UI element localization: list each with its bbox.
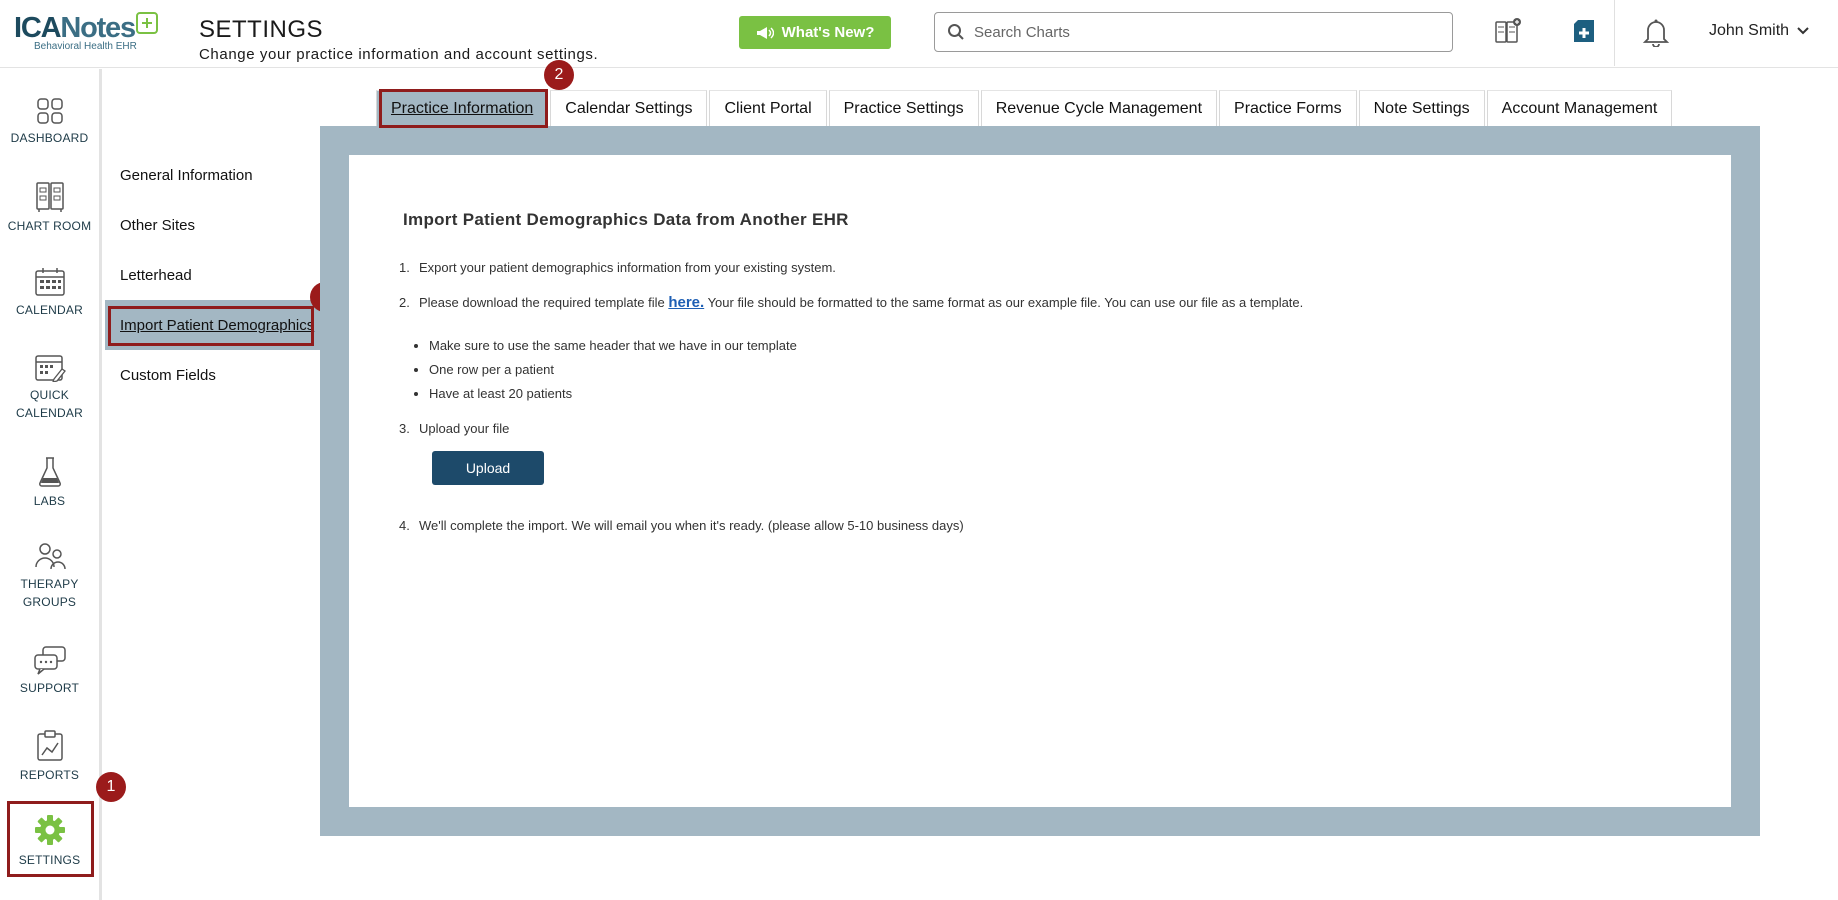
subnav-label: Custom Fields: [120, 366, 216, 384]
step-number: 1.: [399, 260, 410, 275]
rail-item-chart-room[interactable]: CHART ROOM: [0, 181, 99, 235]
step-text: Upload your file: [419, 421, 510, 436]
rail-label: QUICK CALENDAR: [16, 388, 83, 420]
rail-item-reports[interactable]: REPORTS: [0, 730, 99, 784]
step-4: 4. We'll complete the import. We will ema…: [399, 517, 964, 535]
notifications-button[interactable]: [1638, 14, 1674, 50]
tab-highlight-box: [379, 89, 548, 128]
tab-label: Calendar Settings: [565, 99, 693, 117]
whats-new-button[interactable]: What's New?: [739, 16, 891, 49]
icanotes-logo[interactable]: ICANotes Behavioral Health EHR: [14, 12, 174, 56]
rail-label: CALENDAR: [16, 303, 83, 317]
rail-label: LABS: [33, 494, 66, 508]
chart-room-icon: [35, 182, 64, 212]
rail-item-labs[interactable]: LABS: [0, 456, 99, 510]
tab-practice-forms[interactable]: Practice Forms: [1219, 90, 1357, 126]
chart-add-icon: [1495, 18, 1521, 43]
subnav-item-custom-fields[interactable]: Custom Fields: [105, 350, 320, 400]
chart-add-button[interactable]: [1490, 14, 1526, 50]
step-badge-1: 1: [96, 772, 126, 802]
upload-button[interactable]: Upload: [432, 451, 544, 485]
top-bar: ICANotes Behavioral Health EHR SETTINGS …: [0, 0, 1838, 68]
panel-heading: Import Patient Demographics Data from An…: [403, 210, 849, 229]
rail-label: SUPPORT: [19, 681, 80, 695]
rail-label: THERAPY GROUPS: [20, 577, 79, 609]
template-download-link[interactable]: here.: [668, 294, 704, 311]
megaphone-icon: [756, 26, 774, 39]
tab-revenue-cycle-management[interactable]: Revenue Cycle Management: [980, 90, 1218, 126]
header-divider: [1614, 0, 1615, 66]
whats-new-label: What's New?: [781, 24, 875, 41]
rail-item-therapy-groups[interactable]: THERAPY GROUPS: [0, 541, 99, 611]
settings-highlight-box: [7, 801, 94, 877]
subnav-item-letterhead[interactable]: Letterhead: [105, 250, 320, 300]
tab-practice-settings[interactable]: Practice Settings: [828, 90, 979, 126]
subnav-item-general-information[interactable]: General Information: [105, 150, 320, 200]
rail-item-calendar[interactable]: CALENDAR: [0, 267, 99, 319]
rail-label: CHART ROOM: [7, 219, 92, 233]
step-number: 3.: [399, 421, 410, 436]
tab-calendar-settings[interactable]: Calendar Settings: [550, 90, 708, 126]
page-subtitle: Change your practice information and acc…: [199, 46, 599, 63]
subnav-highlight-box: [108, 306, 314, 346]
support-chat-icon: [33, 646, 66, 675]
step-text: Please download the required template fi…: [419, 295, 669, 310]
page-title: SETTINGS: [199, 16, 324, 43]
search-charts[interactable]: [934, 12, 1453, 52]
tab-note-settings[interactable]: Note Settings: [1358, 90, 1485, 126]
tab-label: Client Portal: [724, 99, 812, 117]
import-demographics-panel: Import Patient Demographics Data from An…: [349, 155, 1731, 807]
logo-plus-icon: [135, 12, 158, 34]
subnav-label: Letterhead: [120, 266, 192, 284]
logo-text-notes: Notes: [60, 12, 136, 44]
pharmacy-button[interactable]: [1566, 14, 1602, 50]
rail-label: DASHBOARD: [10, 131, 89, 145]
rail-item-dashboard[interactable]: DASHBOARD: [0, 97, 99, 147]
rail-item-quick-calendar[interactable]: QUICK CALENDAR: [0, 352, 99, 422]
settings-tabs: Practice Information Calendar Settings C…: [376, 90, 1674, 126]
chevron-down-icon: [1797, 27, 1809, 35]
group-icon: [34, 543, 66, 570]
step-3: 3. Upload your file: [399, 420, 509, 438]
subnav-label: Other Sites: [120, 216, 196, 234]
tab-label: Account Management: [1501, 99, 1658, 117]
search-icon: [948, 24, 964, 40]
list-item: One row per a patient: [429, 358, 797, 382]
rail-item-support[interactable]: SUPPORT: [0, 645, 99, 697]
template-requirements: Make sure to use the same header that we…: [429, 334, 797, 406]
tab-label: Practice Forms: [1234, 99, 1342, 117]
tab-client-portal[interactable]: Client Portal: [709, 90, 827, 126]
quick-calendar-icon: [34, 355, 66, 382]
step-text: We'll complete the import. We will email…: [419, 518, 964, 533]
list-item: Have at least 20 patients: [429, 382, 797, 406]
list-item: Make sure to use the same header that we…: [429, 334, 797, 358]
user-menu[interactable]: John Smith: [1709, 22, 1809, 40]
left-rail: DASHBOARD CHART ROOM CALENDAR QUICK CALE…: [0, 69, 102, 900]
pharmacy-icon: [1574, 20, 1594, 42]
search-input[interactable]: [974, 23, 1434, 41]
dashboard-icon: [36, 98, 63, 124]
step-2: 2. Please download the required template …: [399, 294, 1303, 312]
step-number: 4.: [399, 518, 410, 533]
subnav-item-other-sites[interactable]: Other Sites: [105, 200, 320, 250]
step-text: Your file should be formatted to the sam…: [704, 295, 1304, 310]
user-name: John Smith: [1709, 22, 1790, 39]
flask-icon: [38, 457, 61, 487]
reports-icon: [36, 730, 63, 761]
tab-label: Revenue Cycle Management: [995, 99, 1203, 117]
bell-icon: [1642, 19, 1670, 47]
step-1: 1. Export your patient demographics infor…: [399, 259, 836, 277]
rail-label: REPORTS: [19, 768, 80, 782]
tab-label: Practice Settings: [843, 99, 964, 117]
subnav-label: General Information: [120, 166, 253, 184]
logo-text-ica: ICA: [14, 12, 62, 44]
tab-label: Note Settings: [1373, 99, 1470, 117]
step-text: Export your patient demographics informa…: [419, 260, 836, 275]
step-number: 2.: [399, 295, 410, 310]
calendar-icon: [34, 268, 65, 296]
step-badge-2: 2: [544, 60, 574, 90]
tab-account-management[interactable]: Account Management: [1486, 90, 1673, 126]
